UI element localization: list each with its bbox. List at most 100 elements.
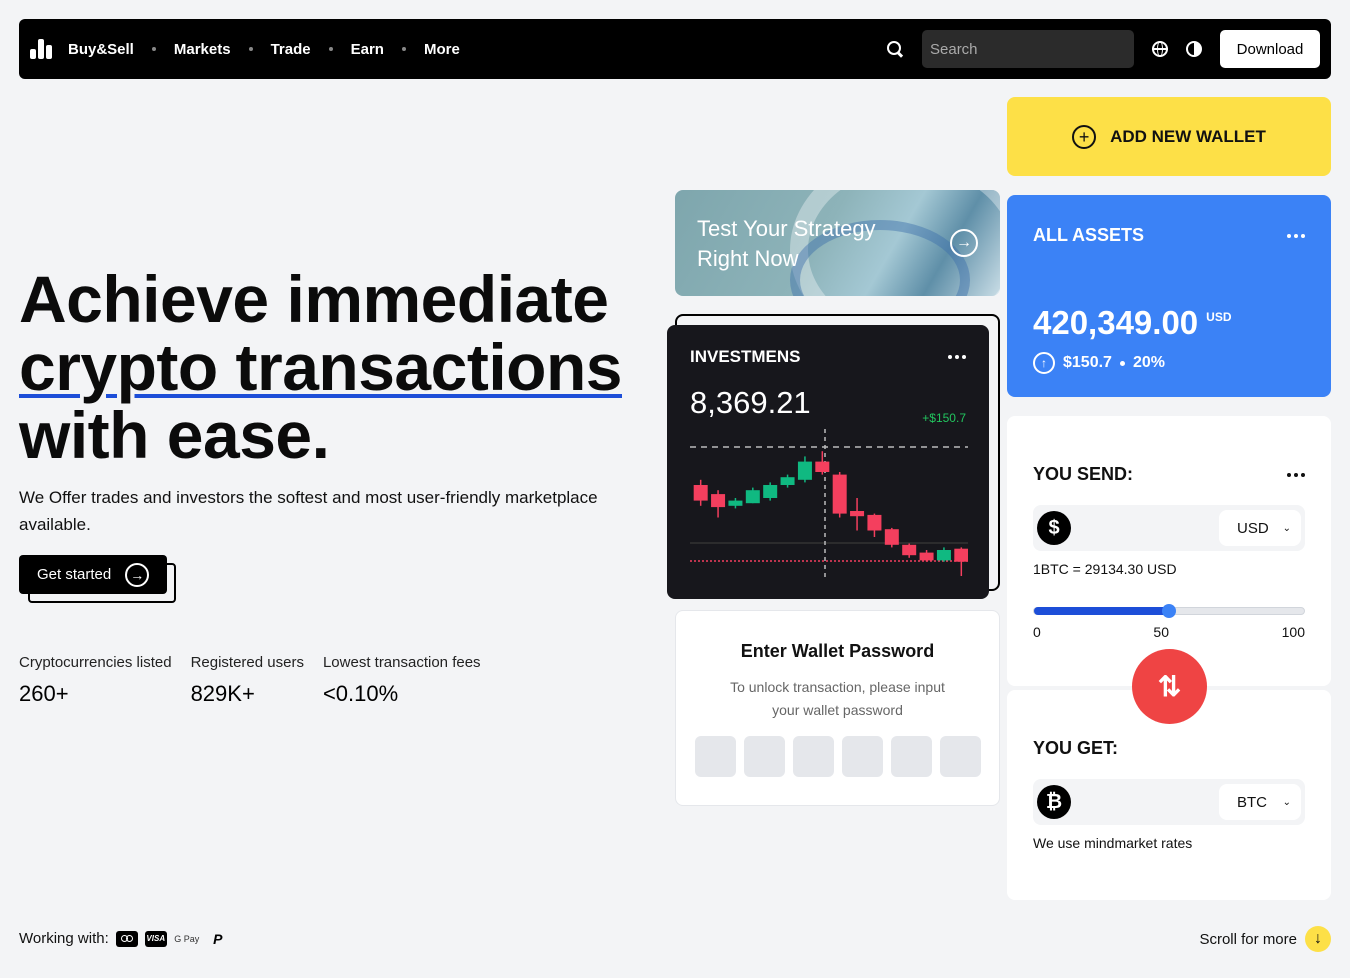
get-amount-field[interactable]: ₿ BTC ⌄ bbox=[1033, 779, 1305, 825]
working-with: Working with: VISA G Pay P bbox=[19, 930, 229, 947]
nav-markets[interactable]: Markets bbox=[174, 41, 231, 58]
candle-body bbox=[867, 514, 882, 531]
password-subtitle-line1: To unlock transaction, please input bbox=[730, 679, 945, 695]
get-started-label: Get started bbox=[37, 566, 112, 583]
stat-label: Registered users bbox=[190, 654, 304, 671]
send-currency-select[interactable]: USD ⌄ bbox=[1219, 510, 1301, 546]
scroll-for-more[interactable]: Scroll for more ↓ bbox=[1199, 926, 1331, 952]
investments-title: INVESTMENS bbox=[690, 347, 801, 366]
search-input[interactable] bbox=[922, 30, 1134, 68]
candle-body bbox=[902, 544, 917, 556]
amount-slider[interactable] bbox=[1033, 604, 1305, 618]
password-digit-box[interactable] bbox=[939, 736, 981, 777]
download-button[interactable]: Download bbox=[1220, 30, 1320, 68]
dollar-icon: $ bbox=[1037, 511, 1071, 545]
chevron-down-icon: ⌄ bbox=[1282, 522, 1291, 534]
logo-bars-icon[interactable] bbox=[30, 39, 52, 59]
nav-brand[interactable]: Buy&Sell bbox=[68, 41, 134, 58]
nav-more[interactable]: More bbox=[424, 41, 460, 58]
rates-note: We use mindmarket rates bbox=[1033, 835, 1193, 851]
wallet-password-card: Enter Wallet Password To unlock transact… bbox=[675, 610, 1000, 806]
stat-item: Lowest transaction fees <0.10% bbox=[323, 654, 481, 707]
slider-fill bbox=[1034, 607, 1169, 615]
password-digit-box[interactable] bbox=[694, 736, 736, 777]
more-options-icon[interactable] bbox=[1287, 472, 1305, 477]
stat-item: Registered users 829K+ bbox=[191, 654, 304, 707]
add-wallet-label: ADD NEW WALLET bbox=[1110, 126, 1266, 146]
arrow-down-icon: ↓ bbox=[1305, 926, 1331, 952]
password-subtitle-line2: your wallet password bbox=[772, 702, 903, 718]
hero-subtitle: We Offer trades and investors the softes… bbox=[19, 488, 598, 534]
stats: Cryptocurrencies listed 260+ Registered … bbox=[19, 654, 481, 707]
candlestick-chart bbox=[690, 429, 968, 579]
strategy-line2: Right Now bbox=[697, 246, 799, 271]
candle-body bbox=[711, 494, 726, 508]
paypal-icon: P bbox=[213, 930, 223, 947]
swap-button[interactable]: ⇅ bbox=[1132, 649, 1207, 724]
swap-icon: ⇅ bbox=[1157, 671, 1182, 702]
nav-separator bbox=[328, 47, 333, 51]
you-send-card: YOU SEND: $ USD ⌄ 1BTC = 29134.30 USD 0 … bbox=[1007, 416, 1331, 686]
get-currency-select[interactable]: BTC ⌄ bbox=[1219, 784, 1301, 820]
get-title: YOU GET: bbox=[1033, 738, 1119, 758]
password-digit-box[interactable] bbox=[841, 736, 883, 777]
candle-body bbox=[745, 490, 760, 504]
search-icon[interactable] bbox=[886, 40, 904, 58]
working-with-label: Working with: bbox=[19, 930, 109, 947]
theme-toggle-icon[interactable] bbox=[1186, 41, 1202, 57]
stat-value: 829K+ bbox=[190, 681, 255, 706]
strategy-line1: Test Your Strategy bbox=[697, 216, 876, 241]
slider-thumb[interactable] bbox=[1162, 604, 1176, 618]
get-started-button[interactable]: Get started → bbox=[19, 555, 167, 594]
get-started-wrapper: Get started → bbox=[19, 555, 176, 603]
bitcoin-icon: ₿ bbox=[1037, 785, 1071, 819]
assets-change: $150.7 bbox=[1063, 354, 1112, 371]
password-boxes bbox=[676, 736, 999, 777]
stat-label: Lowest transaction fees bbox=[322, 654, 481, 671]
arrow-right-icon[interactable]: → bbox=[950, 229, 978, 257]
password-digit-box[interactable] bbox=[792, 736, 834, 777]
assets-amount: 420,349.00 bbox=[1033, 304, 1199, 341]
nav-earn[interactable]: Earn bbox=[351, 41, 384, 58]
nav-separator bbox=[401, 47, 406, 51]
password-digit-box[interactable] bbox=[743, 736, 785, 777]
candle-body bbox=[797, 461, 812, 480]
scroll-label: Scroll for more bbox=[1199, 930, 1297, 948]
slider-mid: 50 bbox=[1153, 624, 1169, 640]
hero-title-line2: crypto transactions bbox=[19, 330, 623, 404]
candle-body bbox=[832, 474, 847, 514]
stat-item: Cryptocurrencies listed 260+ bbox=[19, 654, 172, 707]
globe-icon[interactable] bbox=[1152, 41, 1168, 57]
candle-body bbox=[763, 485, 778, 498]
candle-body bbox=[693, 485, 708, 501]
add-wallet-button[interactable]: + ADD NEW WALLET bbox=[1007, 97, 1331, 176]
assets-currency: USD bbox=[1206, 310, 1232, 324]
password-subtitle: To unlock transaction, please input your… bbox=[676, 676, 999, 722]
more-options-icon[interactable] bbox=[948, 355, 966, 359]
candle-body bbox=[780, 477, 795, 485]
arrow-up-icon: ↑ bbox=[1033, 352, 1055, 374]
password-digit-box[interactable] bbox=[890, 736, 932, 777]
candle-body bbox=[850, 511, 865, 517]
get-currency: BTC bbox=[1237, 793, 1267, 811]
stat-value: 260+ bbox=[19, 681, 69, 706]
visa-icon: VISA bbox=[144, 930, 167, 947]
investments-change: +$150.7 bbox=[922, 411, 966, 425]
exchange-rate: 1BTC = 29134.30 USD bbox=[1033, 561, 1177, 577]
arrow-right-icon: → bbox=[125, 562, 150, 587]
stat-value: <0.10% bbox=[322, 681, 399, 706]
plus-icon: + bbox=[1072, 124, 1097, 149]
nav-trade[interactable]: Trade bbox=[271, 41, 311, 58]
send-amount-field[interactable]: $ USD ⌄ bbox=[1033, 505, 1305, 551]
slider-min: 0 bbox=[1033, 624, 1041, 640]
candle-body bbox=[815, 461, 830, 472]
assets-title: ALL ASSETS bbox=[1033, 225, 1145, 245]
strategy-card[interactable]: Test Your Strategy Right Now → bbox=[675, 190, 1000, 296]
separator-dot bbox=[1119, 360, 1125, 366]
send-title: YOU SEND: bbox=[1033, 464, 1134, 484]
hero-title-line1: Achieve immediate bbox=[19, 262, 609, 336]
chevron-down-icon: ⌄ bbox=[1282, 796, 1291, 808]
assets-percent: 20% bbox=[1132, 354, 1165, 371]
candle-body bbox=[728, 500, 743, 506]
more-options-icon[interactable] bbox=[1287, 233, 1305, 238]
